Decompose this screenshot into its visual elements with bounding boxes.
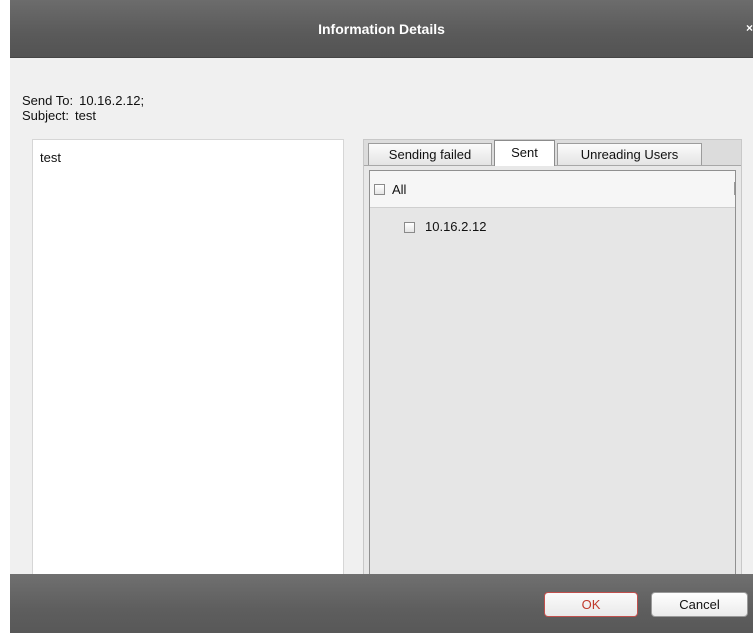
- recipient-checkbox[interactable]: [404, 222, 415, 233]
- close-icon[interactable]: ×: [746, 21, 753, 35]
- message-body-text: test: [40, 150, 61, 165]
- dialog-title: Information Details: [318, 21, 445, 37]
- subject-label: Subject:: [22, 108, 69, 123]
- column-separator: [734, 182, 735, 195]
- send-to-row: Send To: 10.16.2.12;: [22, 93, 144, 108]
- recipient-list: All 10.16.2.12: [369, 170, 736, 587]
- tab-sending-failed[interactable]: Sending failed: [368, 143, 492, 165]
- subject-row: Subject: test: [22, 108, 96, 123]
- select-all-checkbox[interactable]: [374, 184, 385, 195]
- ok-button[interactable]: OK: [544, 592, 638, 617]
- tab-sent[interactable]: Sent: [494, 140, 555, 166]
- button-bar: OK Cancel: [10, 574, 753, 633]
- cancel-button[interactable]: Cancel: [651, 592, 748, 617]
- recipient-label: 10.16.2.12: [425, 219, 487, 234]
- information-details-dialog: Information Details × Send To: 10.16.2.12…: [10, 0, 753, 633]
- send-to-value: 10.16.2.12;: [79, 93, 145, 108]
- tab-unreading-users[interactable]: Unreading Users: [557, 143, 702, 165]
- send-to-label: Send To:: [22, 93, 74, 108]
- tab-strip: Sending failed Sent Unreading Users: [364, 140, 741, 166]
- message-body-box: test: [32, 139, 344, 591]
- subject-value: test: [74, 108, 96, 123]
- select-all-label: All: [392, 182, 407, 197]
- recipient-status-panel: Sending failed Sent Unreading Users All …: [363, 139, 742, 591]
- list-header: All: [370, 171, 735, 208]
- title-bar: Information Details ×: [10, 0, 753, 58]
